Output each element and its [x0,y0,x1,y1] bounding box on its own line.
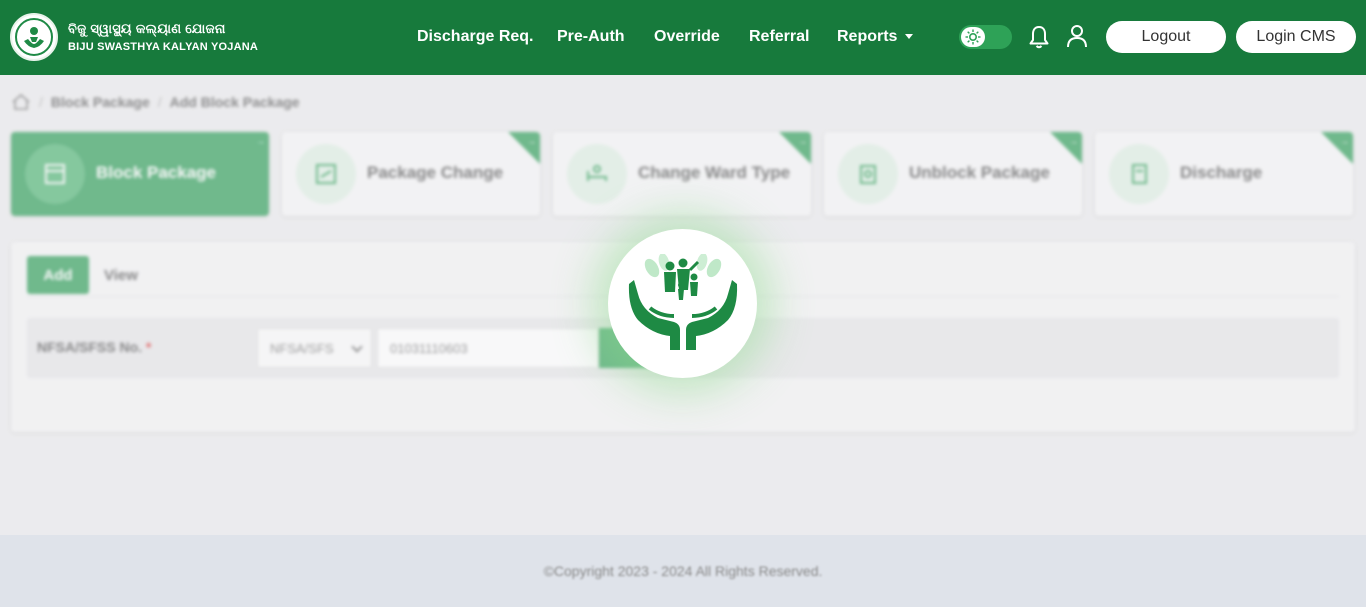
nav-override[interactable]: Override [654,28,720,46]
care-hands-logo-icon [628,253,737,350]
login-cms-button[interactable]: Login CMS [1236,21,1356,53]
brand[interactable]: ବିଜୁ ସ୍ୱାସ୍ଥ୍ୟ କଲ୍ୟାଣ ଯୋଜନା BIJU SWASTHY… [10,13,258,61]
nav-discharge-request[interactable]: Discharge Req. [417,28,533,46]
brand-name-odia: ବିଜୁ ସ୍ୱାସ୍ଥ୍ୟ କଲ୍ୟାଣ ଯୋଜନା [68,21,226,36]
brand-logo [10,13,58,61]
chevron-down-icon [905,34,914,40]
logout-button[interactable]: Logout [1106,21,1226,53]
loading-spinner-logo [608,229,757,378]
nav-referral[interactable]: Referral [749,28,809,46]
user-icon[interactable] [1065,23,1089,49]
nav-reports-dropdown[interactable]: Reports [837,28,914,46]
footer: ©Copyright 2023 - 2024 All Rights Reserv… [0,535,1366,607]
theme-toggle[interactable] [959,25,1012,49]
nav-reports-label: Reports [837,28,898,45]
top-navbar: ବିଜୁ ସ୍ୱାସ୍ଥ୍ୟ କଲ୍ୟାଣ ଯୋଜନା BIJU SWASTHY… [0,0,1366,75]
copyright-text: ©Copyright 2023 - 2024 All Rights Reserv… [543,563,823,579]
sun-icon [961,27,985,47]
brand-name-english: BIJU SWASTHYA KALYAN YOJANA [68,41,259,53]
nav-pre-auth[interactable]: Pre-Auth [557,28,625,46]
bell-icon[interactable] [1027,24,1051,50]
